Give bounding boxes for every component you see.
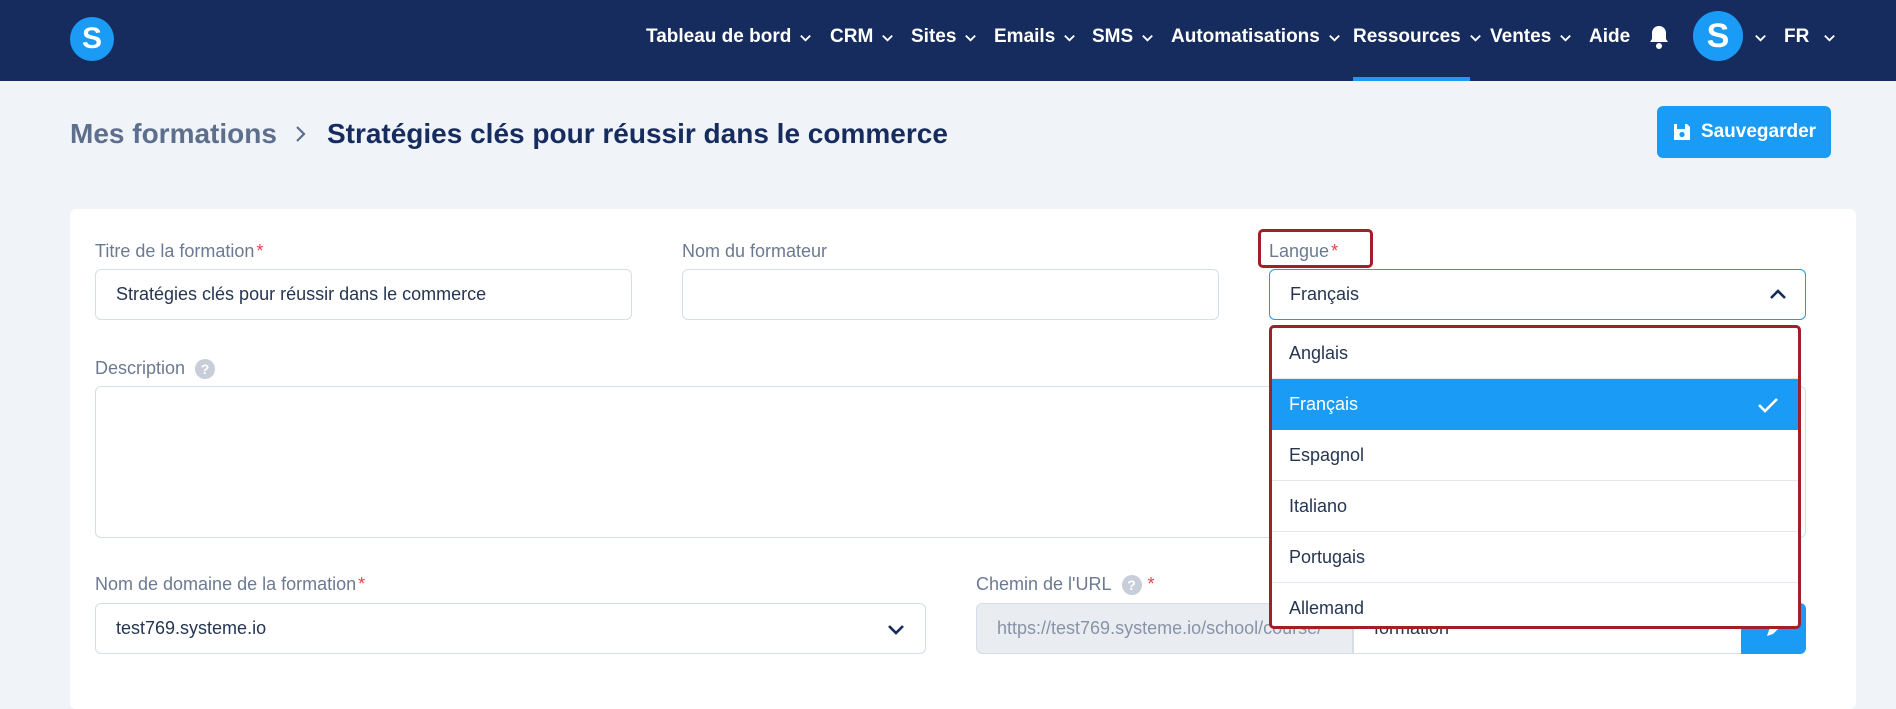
label-text: Nom du formateur	[682, 241, 828, 261]
selected-domain: test769.systeme.io	[116, 618, 267, 638]
logo-letter: S	[81, 22, 102, 55]
help-icon[interactable]: ?	[195, 358, 216, 379]
nav-label: Automatisations	[1171, 26, 1320, 47]
nav-item-emails[interactable]: Emails	[994, 24, 1077, 50]
nav-label: CRM	[830, 26, 874, 47]
avatar[interactable]: S	[1693, 11, 1743, 61]
chevron-down-icon	[1469, 34, 1481, 42]
chevron-down-icon	[1560, 34, 1572, 42]
language-switcher[interactable]: FR	[1784, 24, 1837, 50]
language-select[interactable]: Français	[1269, 269, 1806, 320]
nav-item-sms[interactable]: SMS	[1092, 24, 1155, 50]
active-nav-indicator	[1353, 77, 1470, 81]
domain-select[interactable]: test769.systeme.io	[95, 603, 926, 654]
floppy-disk-icon	[1673, 124, 1690, 140]
nav-item-aide[interactable]: Aide	[1589, 24, 1630, 50]
chevron-down-icon	[800, 34, 812, 42]
chevron-down-icon	[1142, 34, 1154, 42]
breadcrumb: Mes formations Stratégies clés pour réus…	[70, 114, 948, 154]
chevron-down-icon	[888, 625, 904, 635]
page-title: Stratégies clés pour réussir dans le com…	[326, 118, 948, 149]
required-mark: *	[256, 241, 264, 261]
nav-label: Sites	[911, 26, 957, 47]
chevron-down-icon	[965, 34, 977, 42]
chevron-up-icon	[1770, 289, 1786, 299]
label-text: Chemin de l'URL	[976, 574, 1112, 594]
nav-item-crm[interactable]: CRM	[830, 24, 895, 50]
selected-language: Français	[1290, 284, 1360, 304]
url-path-label: Chemin de l'URL? *	[976, 574, 1155, 595]
chevron-down-icon	[1824, 34, 1836, 42]
instructor-name-input[interactable]	[682, 269, 1219, 320]
top-navbar: S Tableau de bord CRM Sites Emails SMS A…	[0, 0, 1896, 81]
course-title-label: Titre de la formation *	[95, 241, 263, 262]
label-text: Titre de la formation	[95, 241, 255, 261]
nav-item-automatisations[interactable]: Automatisations	[1171, 24, 1342, 50]
nav-item-ressources[interactable]: Ressources	[1353, 24, 1483, 50]
chevron-down-icon	[882, 34, 894, 42]
nav-label: Ressources	[1353, 26, 1461, 47]
language-label-highlight	[1258, 229, 1373, 268]
domain-label: Nom de domaine de la formation *	[95, 574, 365, 595]
label-text: Nom de domaine de la formation	[95, 574, 357, 594]
required-mark: *	[358, 574, 366, 594]
save-label: Sauvegarder	[1700, 121, 1817, 142]
breadcrumb-root-link[interactable]: Mes formations	[70, 118, 277, 150]
help-icon[interactable]: ?	[1121, 574, 1142, 595]
save-button[interactable]: Sauvegarder	[1657, 106, 1831, 158]
nav-label: Aide	[1589, 26, 1631, 47]
logo[interactable]: S	[70, 17, 114, 61]
chevron-down-icon	[1064, 34, 1076, 42]
nav-label: Emails	[994, 26, 1056, 47]
bell-icon[interactable]	[1647, 24, 1671, 50]
instructor-name-label: Nom du formateur	[682, 241, 827, 262]
input-value: Stratégies clés pour réussir dans le com…	[116, 284, 487, 304]
nav-item-tableau-de-bord[interactable]: Tableau de bord	[646, 24, 813, 50]
nav-label: Ventes	[1490, 26, 1552, 47]
required-mark: *	[1147, 574, 1155, 594]
language-code: FR	[1784, 26, 1810, 47]
nav-label: Tableau de bord	[646, 26, 792, 47]
description-label: Description?	[95, 358, 216, 379]
chevron-right-icon	[296, 126, 306, 142]
chevron-down-icon[interactable]	[1753, 30, 1768, 45]
nav-item-sites[interactable]: Sites	[911, 24, 978, 50]
nav-label: SMS	[1092, 26, 1134, 47]
course-title-input[interactable]: Stratégies clés pour réussir dans le com…	[95, 269, 632, 320]
avatar-letter: S	[1706, 17, 1730, 55]
nav-item-ventes[interactable]: Ventes	[1490, 24, 1573, 50]
label-text: Description	[95, 358, 186, 378]
dropdown-highlight	[1269, 325, 1801, 629]
chevron-down-icon	[1329, 34, 1340, 42]
